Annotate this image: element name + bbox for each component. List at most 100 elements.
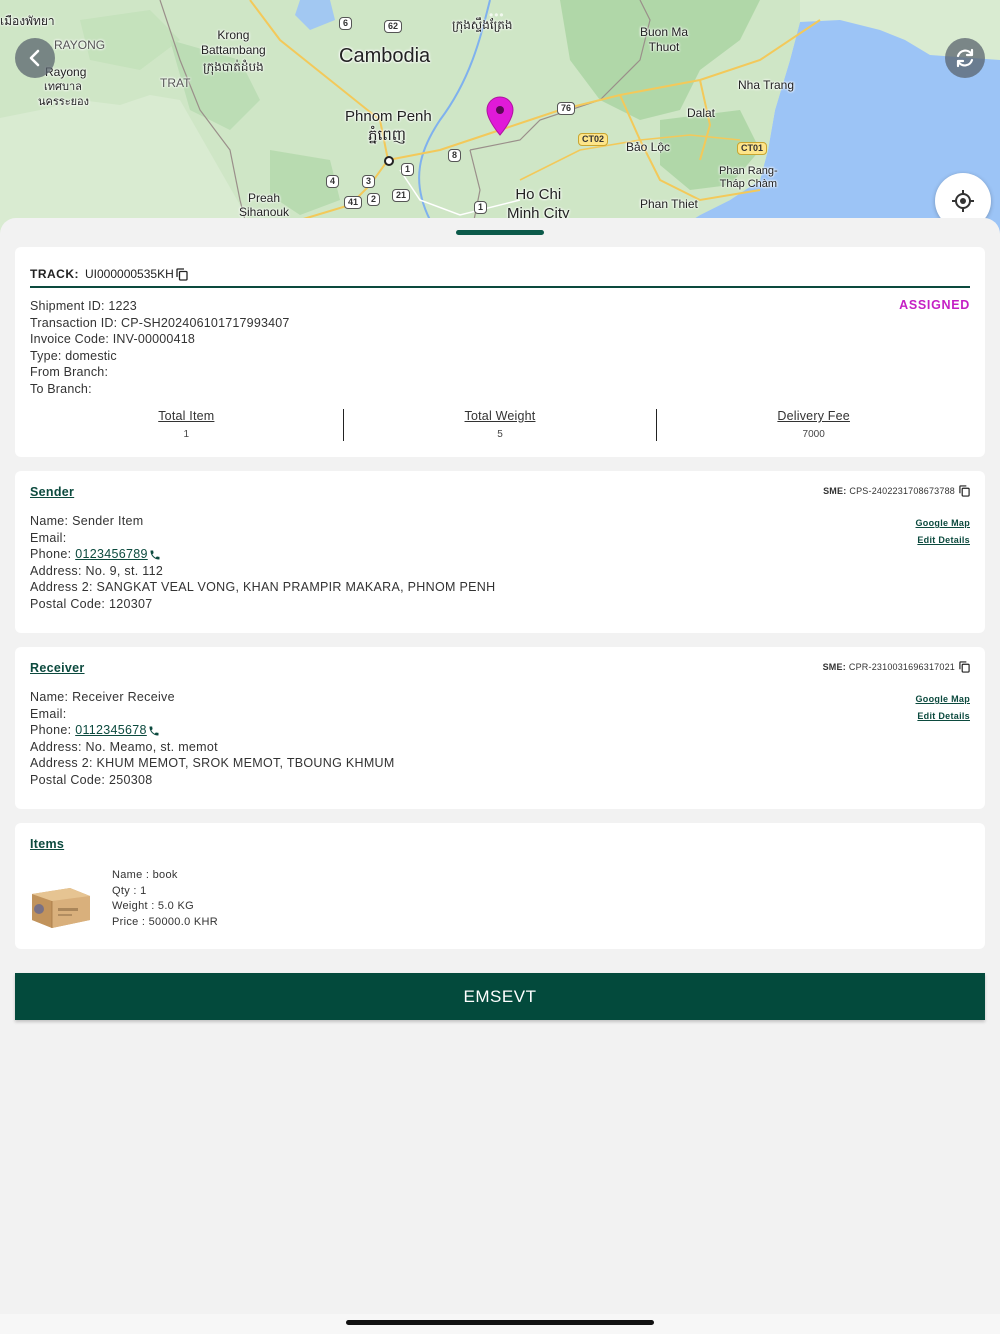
sender-address-2: Address 2: SANGKAT VEAL VONG, KHAN PRAMP…	[30, 580, 496, 595]
sender-postal-code: Postal Code: 120307	[30, 596, 153, 611]
item-price: Price : 50000.0 KHR	[112, 916, 218, 929]
sender-phone-link[interactable]: 0123456789	[75, 547, 148, 561]
road-shield: 4	[326, 175, 340, 188]
divider	[30, 286, 970, 288]
map-view[interactable]: ••• เมืองพัทยา ក្រុងស្ទឹងត្រែង RAYONG Ra…	[0, 0, 1000, 240]
from-branch: From Branch:	[30, 365, 109, 380]
track-number: UI000000535KH	[85, 267, 174, 281]
road-shield: 3	[362, 175, 376, 188]
sender-address: Address: No. 9, st. 112	[30, 563, 164, 578]
stat-value: 7000	[802, 429, 825, 440]
sender-sme: SME: CPS-2402231708673788	[823, 485, 970, 497]
phone-icon[interactable]	[148, 725, 160, 737]
items-card: Items Name : book Qty : 1 Weight : 5.0 K…	[15, 823, 985, 949]
map-label: เทศบาล	[44, 81, 82, 93]
receiver-phone-row: Phone: 0112345678	[30, 722, 395, 739]
stat-value: 1	[183, 429, 190, 440]
shipment-type: Type: domestic	[30, 348, 117, 363]
refresh-button[interactable]	[945, 38, 985, 78]
receiver-phone-link[interactable]: 0112345678	[75, 723, 147, 737]
road-shield: 1	[401, 163, 415, 176]
phone-label: Phone:	[30, 547, 76, 562]
map-label: เมืองพัทยา	[0, 14, 55, 28]
chevron-left-icon	[29, 49, 40, 67]
road-shield: 8	[448, 149, 462, 162]
map-label: Preah Sihanouk	[239, 191, 290, 219]
items-title: Items	[30, 837, 65, 851]
map-label: Phan Rang- Tháp Chàm	[719, 165, 778, 190]
stat-total-item: Total Item 1	[30, 409, 343, 441]
sme-label: SME:	[823, 486, 847, 496]
copy-icon[interactable]	[176, 267, 188, 281]
receiver-title: Receiver	[30, 661, 85, 675]
map-label: Bảo Lộc	[626, 140, 671, 154]
sender-card: Sender SME: CPS-2402231708673788 Name: S…	[15, 471, 985, 633]
sme-value: CPR-2310031696317021	[848, 662, 955, 672]
road-shield: 6	[339, 17, 353, 30]
sender-details: Name: Sender Item Email: Phone: 01234567…	[30, 513, 495, 613]
stat-value: 5	[497, 429, 503, 440]
receiver-sme: SME: CPR-2310031696317021	[823, 661, 970, 673]
track-row: TRACK: UI000000535KH	[30, 267, 188, 281]
map-label: Phan Thiet	[640, 197, 698, 211]
refresh-icon	[956, 48, 974, 68]
back-button[interactable]	[15, 38, 55, 78]
road-shield: 2	[367, 193, 381, 206]
receiver-card: Receiver SME: CPR-2310031696317021 Name:…	[15, 647, 985, 809]
item-weight: Weight : 5.0 KG	[112, 900, 194, 913]
invoice-code: Invoice Code: INV-00000418	[30, 332, 196, 347]
map-label: ក្រុងបាត់ដំបង	[203, 60, 264, 74]
sender-name: Name: Sender Item	[30, 514, 144, 528]
shipment-info: Shipment ID: 1223 Transaction ID: CP-SH2…	[30, 298, 290, 398]
location-pin-icon[interactable]	[486, 96, 514, 136]
road-shield: CT01	[737, 142, 768, 155]
copy-icon[interactable]	[959, 485, 970, 497]
status-badge: ASSIGNED	[899, 298, 970, 312]
sender-links: Google Map Edit Details	[916, 515, 971, 548]
receiver-google-map-link[interactable]: Google Map	[916, 691, 971, 708]
sender-google-map-link[interactable]: Google Map	[916, 515, 971, 532]
sme-value: CPS-2402231708673788	[849, 486, 955, 496]
box-image	[32, 888, 90, 928]
emsevt-button[interactable]: EMSEVT	[15, 973, 985, 1020]
track-label: TRACK:	[30, 267, 79, 281]
city-dot-icon	[384, 156, 394, 166]
stat-label: Delivery Fee	[777, 409, 850, 423]
receiver-email: Email:	[30, 706, 67, 721]
map-label-city: Phnom Penh	[345, 108, 432, 125]
transaction-id: Transaction ID: CP-SH202406101717993407	[30, 315, 290, 330]
map-label-country: Cambodia	[339, 45, 431, 67]
stat-label: Total Weight	[464, 409, 536, 423]
stat-total-weight: Total Weight 5	[342, 409, 657, 441]
sheet-drag-handle[interactable]	[456, 230, 544, 235]
map-label: Krong Battambang	[201, 28, 266, 57]
road-shield: CT02	[578, 133, 609, 146]
phone-icon[interactable]	[149, 549, 161, 561]
home-indicator[interactable]	[346, 1320, 654, 1325]
receiver-details: Name: Receiver Receive Email: Phone: 011…	[30, 689, 395, 789]
sme-label: SME:	[822, 662, 846, 672]
road-shield: 62	[384, 20, 403, 33]
map-label: Dalat	[687, 106, 716, 120]
shipment-id: Shipment ID: 1223	[30, 299, 137, 313]
copy-icon[interactable]	[959, 661, 970, 673]
item-details: Name : book Qty : 1 Weight : 5.0 KG Pric…	[112, 868, 218, 936]
crosshair-icon	[952, 190, 974, 212]
road-shield: 41	[344, 196, 363, 209]
sender-phone-row: Phone: 0123456789	[30, 546, 495, 563]
list-item[interactable]: Name : book Qty : 1 Weight : 5.0 KG Pric…	[30, 868, 218, 936]
receiver-name: Name: Receiver Receive	[30, 690, 175, 704]
item-name: Name : book	[112, 869, 178, 881]
sender-email: Email:	[30, 530, 67, 545]
receiver-address-2: Address 2: KHUM MEMOT, SROK MEMOT, TBOUN…	[30, 756, 395, 771]
sender-edit-details-link[interactable]: Edit Details	[916, 532, 971, 549]
map-label: ក្រុងស្ទឹងត្រែង	[452, 18, 513, 32]
receiver-links: Google Map Edit Details	[916, 691, 971, 724]
track-card: TRACK: UI000000535KH Shipment ID: 1223 T…	[15, 247, 985, 457]
receiver-edit-details-link[interactable]: Edit Details	[916, 708, 971, 725]
road-shield: 1	[474, 201, 488, 214]
road-shield: 76	[557, 102, 576, 115]
receiver-postal-code: Postal Code: 250308	[30, 772, 153, 787]
map-label: นครระยอง	[38, 96, 90, 108]
receiver-address: Address: No. Meamo, st. memot	[30, 739, 218, 754]
